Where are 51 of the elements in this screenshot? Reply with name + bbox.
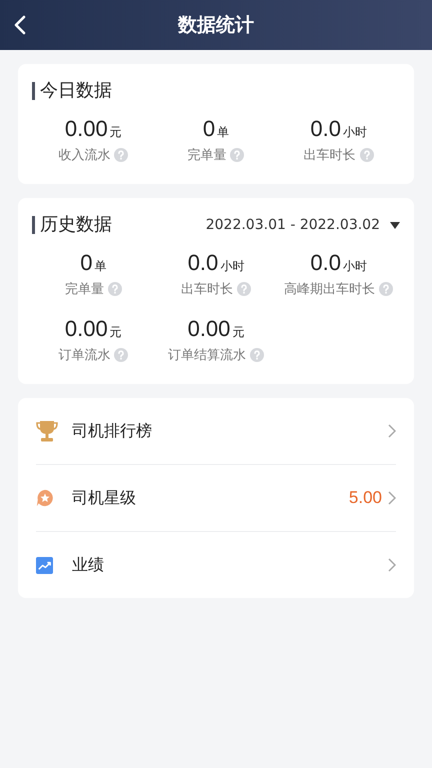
stat-value: 0 <box>80 250 92 275</box>
stat-label: 出车时长 <box>304 147 356 164</box>
stat-unit: 元 <box>232 325 244 339</box>
chevron-icon <box>388 424 396 438</box>
stat-value: 0.0 <box>310 250 341 275</box>
rating-value: 5.00 <box>348 488 382 508</box>
date-range-dropdown[interactable]: 2022.03.01 - 2022.03.02 <box>206 217 400 233</box>
star-badge-icon <box>36 489 54 507</box>
section-title: 历史数据 <box>32 216 112 234</box>
help-icon[interactable] <box>108 282 122 296</box>
stat-value: 0.00 <box>64 316 108 341</box>
back-icon[interactable] <box>14 15 26 35</box>
stat-label: 订单结算流水 <box>168 347 246 364</box>
menu-label: 业绩 <box>72 554 105 576</box>
menu-item[interactable]: 司机排行榜 <box>36 398 396 465</box>
help-icon[interactable] <box>360 148 374 162</box>
help-icon[interactable] <box>250 348 264 362</box>
menu-item[interactable]: 业绩 <box>36 532 396 598</box>
stat-value: 0.0 <box>310 116 341 141</box>
stat-label: 高峰期出车时长 <box>284 281 376 298</box>
stat-unit: 单 <box>94 259 106 273</box>
trophy-icon <box>36 419 58 443</box>
help-icon[interactable] <box>379 282 394 296</box>
help-icon[interactable] <box>230 148 244 162</box>
chevron-icon <box>388 491 396 505</box>
chart-icon <box>36 556 53 574</box>
stat-value: 0.00 <box>64 116 108 141</box>
stat-value: 0 <box>202 116 216 141</box>
stat-unit: 小时 <box>342 125 367 139</box>
caret-icon <box>390 222 400 228</box>
stat-value: 0.0 <box>188 250 218 275</box>
stat-unit: 小时 <box>220 259 244 273</box>
stat-label: 完单量 <box>187 147 226 164</box>
stat-unit: 元 <box>110 125 122 139</box>
stat-label: 订单流水 <box>58 347 110 364</box>
stat-label: 完单量 <box>64 281 104 298</box>
menu-label: 司机星级 <box>72 488 137 508</box>
stat-unit: 单 <box>217 125 230 139</box>
stat-unit: 元 <box>110 325 122 339</box>
chevron-icon <box>388 558 396 572</box>
help-icon[interactable] <box>236 282 251 296</box>
help-icon[interactable] <box>114 348 128 362</box>
stat-value: 0.00 <box>188 316 230 341</box>
stat-label: 出车时长 <box>180 281 233 298</box>
stat-unit: 小时 <box>342 259 367 273</box>
page-title: 数据统计 <box>178 13 254 38</box>
menu-item[interactable]: 司机星级 5.00 <box>36 465 396 532</box>
section-title: 今日数据 <box>32 82 112 100</box>
help-icon[interactable] <box>114 148 128 162</box>
menu-label: 司机排行榜 <box>72 420 153 442</box>
stat-label: 收入流水 <box>58 147 110 164</box>
